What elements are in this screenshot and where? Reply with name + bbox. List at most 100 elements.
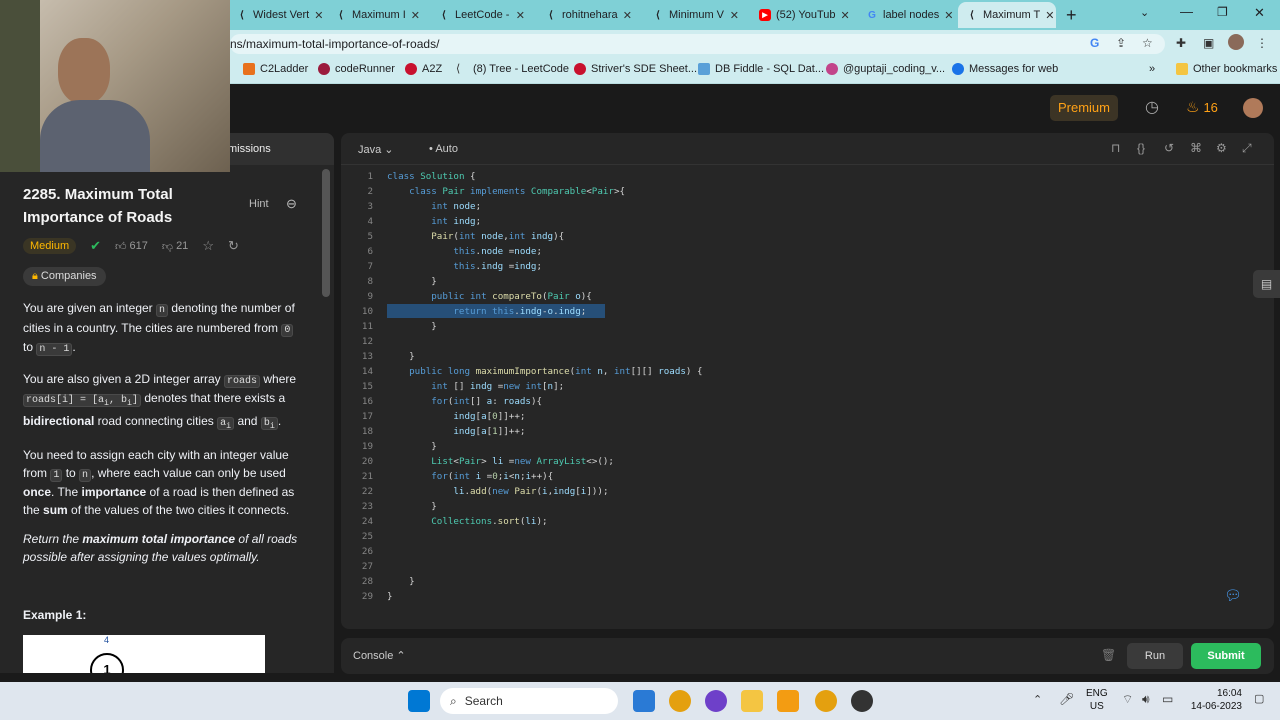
code-area[interactable]: 1 class Solution {2 class Pair implements… — [341, 171, 1274, 621]
favorite-star-icon[interactable]: ☆ — [202, 238, 214, 254]
language-select[interactable]: Java ⌄ — [358, 143, 394, 156]
code-line[interactable]: } — [387, 351, 415, 362]
browser-tab[interactable]: ⟨ Minimum V ✕ — [644, 2, 747, 28]
dislike-button[interactable]: 👎︎ 21 — [162, 240, 188, 253]
browser-tab[interactable]: ⟨ LeetCode - ✕ — [430, 2, 533, 28]
vscode-icon[interactable] — [633, 690, 655, 712]
bookmark-item[interactable]: @guptaji_coding_v... — [826, 63, 945, 75]
other-bookmarks[interactable]: Other bookmarks — [1176, 63, 1277, 75]
wifi-icon[interactable]: ⌔ — [1122, 692, 1133, 707]
code-line[interactable]: class Pair implements Comparable<Pair>{ — [387, 186, 625, 197]
close-icon[interactable]: ✕ — [314, 9, 323, 22]
notes-icon[interactable]: ▤ — [1253, 270, 1280, 298]
code-line[interactable]: this.node =node; — [387, 246, 542, 257]
scrollbar[interactable] — [322, 169, 330, 669]
share-icon[interactable]: ⇪ — [1116, 36, 1126, 50]
hint-button[interactable]: Hint — [249, 198, 269, 210]
extensions-icon[interactable]: ✚ — [1176, 36, 1186, 50]
bookmark-item[interactable]: DB Fiddle - SQL Dat... — [698, 63, 824, 75]
sidepanel-icon[interactable]: ▣ — [1203, 36, 1214, 50]
close-icon[interactable]: ✕ — [1045, 9, 1054, 22]
user-avatar[interactable] — [1243, 98, 1263, 118]
tray-overflow-icon[interactable]: ⌃ — [1033, 693, 1042, 706]
bookmark-item[interactable]: Messages for web — [952, 63, 1058, 75]
code-line[interactable]: for(int i =0;i<n;i++){ — [387, 471, 553, 482]
new-tab-button[interactable]: + — [1066, 5, 1077, 26]
code-line[interactable]: } — [387, 501, 437, 512]
battery-icon[interactable]: ▭ — [1162, 692, 1173, 706]
braces-icon[interactable]: {} — [1137, 141, 1145, 155]
streak-counter[interactable]: ♨ 16 — [1186, 98, 1218, 116]
console-toggle[interactable]: Console ⌃ — [353, 649, 406, 662]
browser-tab[interactable]: ▶ (52) YouTub ✕ — [751, 2, 854, 28]
file-explorer-icon[interactable] — [741, 690, 763, 712]
bookmark-item[interactable]: A2Z — [405, 63, 442, 75]
clock[interactable]: 16:04 14-06-2023 — [1186, 687, 1242, 713]
run-button[interactable]: Run — [1127, 643, 1183, 669]
profile-avatar[interactable] — [1228, 34, 1244, 50]
browser-tab[interactable]: Glabel nodes ✕ — [858, 2, 956, 28]
premium-button[interactable]: Premium — [1050, 95, 1118, 121]
code-line[interactable]: } — [387, 321, 437, 332]
settings-icon[interactable]: ⊖ — [286, 196, 297, 212]
close-window-button[interactable]: ✕ — [1254, 5, 1265, 21]
scrollbar-thumb[interactable] — [322, 169, 330, 297]
code-line[interactable]: return this.indg-o.indg; — [387, 306, 586, 317]
code-line[interactable]: li.add(new Pair(i,indg[i])); — [387, 486, 608, 497]
code-line[interactable]: indg[a[1]]++; — [387, 426, 525, 437]
close-icon[interactable]: ✕ — [944, 9, 953, 22]
fullscreen-icon[interactable]: ⤢ — [1242, 141, 1252, 156]
code-line[interactable]: } — [387, 576, 415, 587]
code-line[interactable]: indg[a[0]]++; — [387, 411, 525, 422]
language-indicator[interactable]: ENG US — [1086, 687, 1108, 713]
chrome-active-icon[interactable] — [815, 690, 837, 712]
autocomplete-mode[interactable]: • Auto — [429, 143, 458, 155]
code-line[interactable]: class Solution { — [387, 171, 476, 182]
code-line[interactable]: int indg; — [387, 216, 481, 227]
bookmark-item[interactable]: codeRunner — [318, 63, 395, 75]
code-line[interactable]: Pair(int node,int indg){ — [387, 231, 564, 242]
reset-icon[interactable]: ↺ — [1164, 141, 1174, 155]
chrome-icon[interactable] — [669, 690, 691, 712]
browser-tab[interactable]: ⟨ Maximum I ✕ — [327, 2, 425, 28]
maximize-button[interactable]: ❐ — [1217, 5, 1228, 19]
code-line[interactable]: List<Pair> li =new ArrayList<>(); — [387, 456, 614, 467]
browser-tab-active[interactable]: ⟨ Maximum T ✕ — [958, 2, 1056, 28]
submit-button[interactable]: Submit — [1191, 643, 1261, 669]
close-icon[interactable]: ✕ — [841, 9, 850, 22]
code-line[interactable]: Collections.sort(li); — [387, 516, 547, 527]
windows-start-icon[interactable] — [408, 690, 430, 712]
url-field[interactable]: ns/maximum-total-importance-of-roads/ — [230, 34, 1165, 54]
taskbar-search[interactable]: ⌕ Search — [440, 688, 618, 714]
menu-icon[interactable]: ⋮ — [1256, 36, 1268, 50]
companies-tag[interactable]: 🔒︎ Companies — [23, 267, 106, 286]
tab-submissions[interactable]: missions — [228, 143, 271, 155]
microphone-icon[interactable]: 🎤︎ — [1059, 692, 1074, 706]
bookmark-icon[interactable]: ⊓ — [1111, 141, 1120, 155]
code-line[interactable]: int node; — [387, 201, 481, 212]
code-line[interactable]: this.indg =indg; — [387, 261, 542, 272]
close-icon[interactable]: ✕ — [411, 9, 420, 22]
code-line[interactable]: } — [387, 441, 437, 452]
like-button[interactable]: 👍︎ 617 — [115, 240, 148, 253]
obs-icon[interactable] — [851, 690, 873, 712]
bookmarks-overflow[interactable]: » — [1149, 63, 1155, 75]
sublime-icon[interactable] — [777, 690, 799, 712]
close-icon[interactable]: ✕ — [623, 9, 632, 22]
browser-tab[interactable]: ⟨ rohitnehara ✕ — [537, 2, 640, 28]
browser-tab[interactable]: ⟨ Widest Vert ✕ — [228, 2, 323, 28]
code-line[interactable]: for(int[] a: roads){ — [387, 396, 542, 407]
google-lens-icon[interactable]: G — [1090, 36, 1099, 50]
code-line[interactable]: } — [387, 276, 437, 287]
bookmark-item[interactable]: C2Ladder — [243, 63, 308, 75]
bookmark-star-icon[interactable]: ☆ — [1142, 36, 1153, 50]
bookmark-item[interactable]: Striver's SDE Sheet... — [574, 63, 697, 75]
code-line[interactable]: public long maximumImportance(int n, int… — [387, 366, 702, 377]
code-line[interactable]: } — [387, 591, 393, 602]
trash-icon[interactable]: 🗑︎ — [1101, 648, 1116, 662]
notification-icon[interactable]: ▢ — [1254, 692, 1264, 705]
code-line[interactable]: int [] indg =new int[n]; — [387, 381, 564, 392]
close-icon[interactable]: ✕ — [516, 9, 525, 22]
bookmark-item[interactable]: ⟨ (8) Tree - LeetCode — [456, 63, 569, 75]
code-line[interactable]: public int compareTo(Pair o){ — [387, 291, 592, 302]
